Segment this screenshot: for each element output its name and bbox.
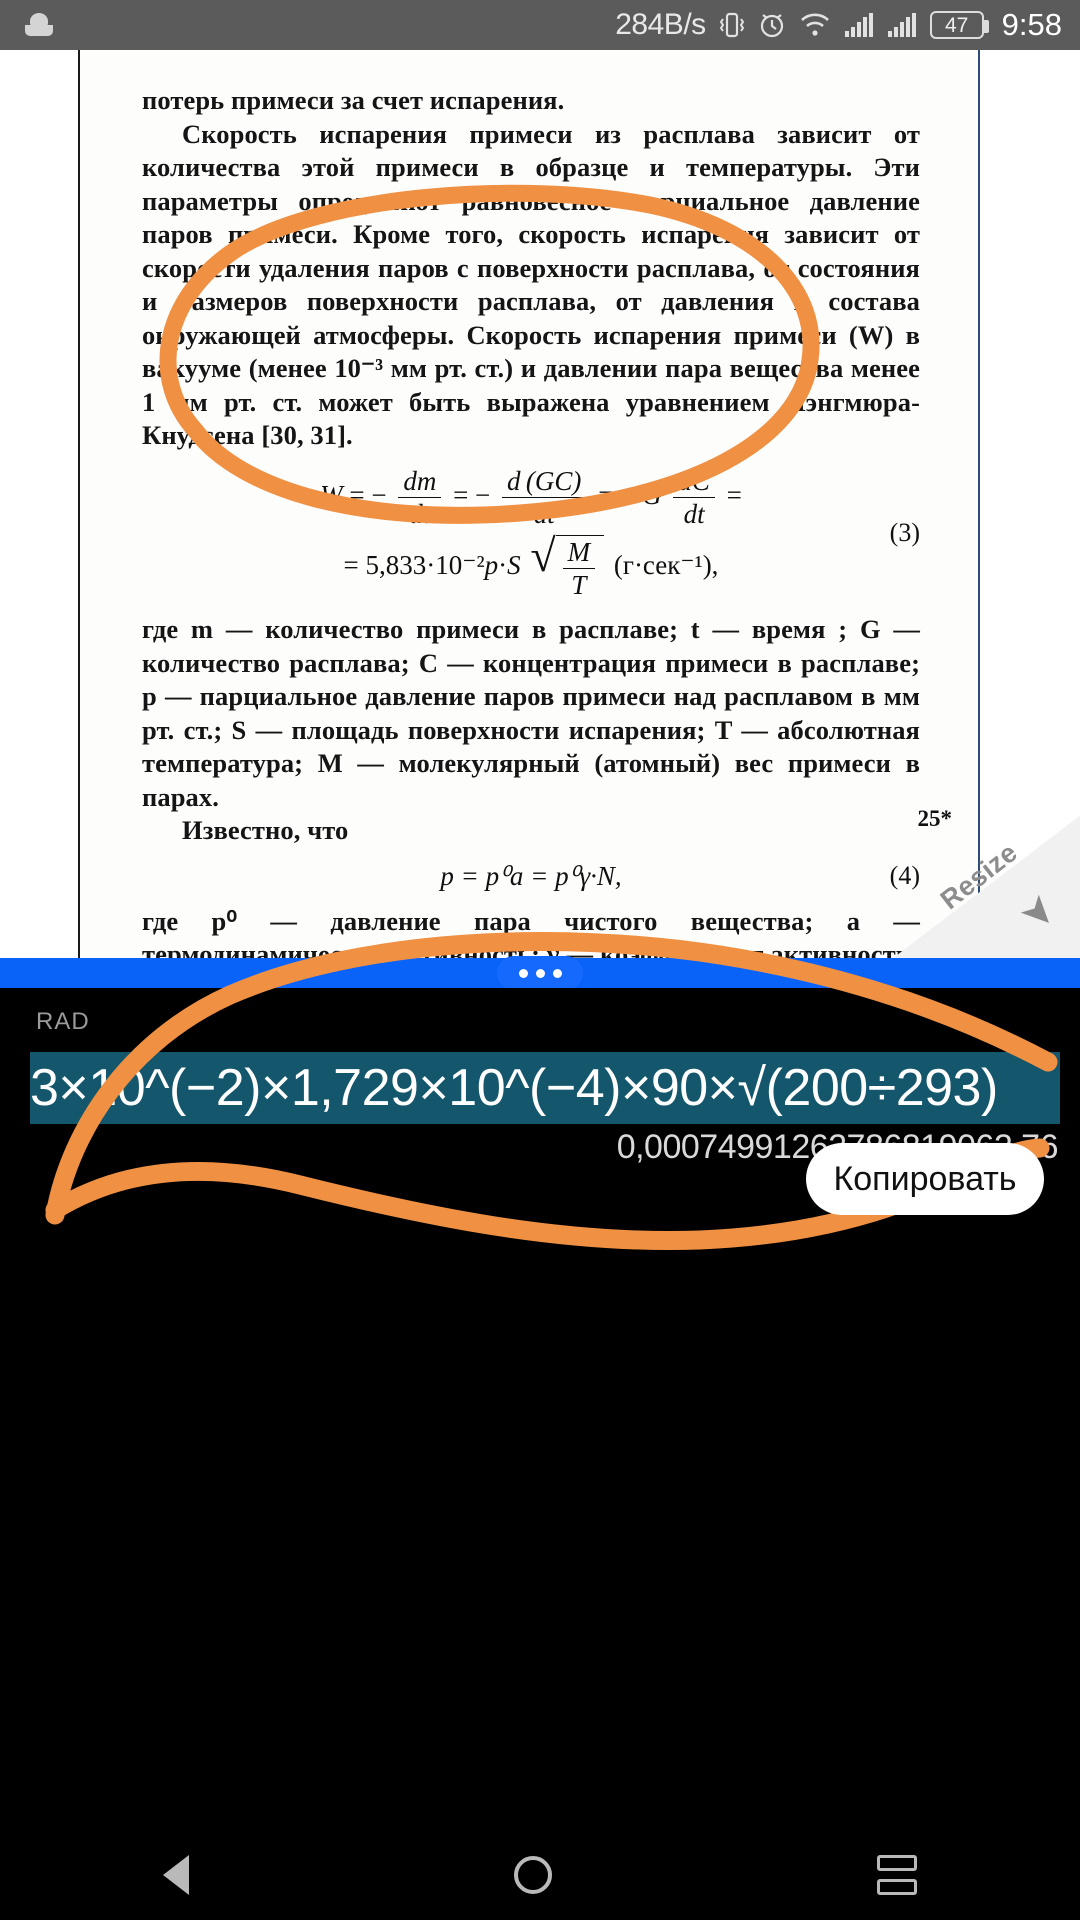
equation-3-line-1: W = − dm dt = − d (GC) dt = − G dC dt =: [320, 465, 742, 529]
copy-context-menu[interactable]: Копировать: [806, 1143, 1044, 1215]
document-viewer-pane[interactable]: потерь примеси за счет испарения. Скорос…: [0, 50, 1080, 958]
clipped-top-line: [142, 64, 920, 84]
handle-dot: [552, 968, 562, 978]
status-bar: 284B/s 47 9:58: [0, 0, 1080, 50]
network-speed-label: 284B/s: [615, 8, 706, 41]
doc-legend-2: где p⁰ — давление пара чистого вещества;…: [142, 905, 920, 958]
status-bar-left: [0, 13, 56, 36]
handle-dot: [518, 968, 528, 978]
recents-icon[interactable]: [877, 1855, 918, 1895]
expression-input[interactable]: 3×10^(−2)×1,729×10^(−4)×90×√(200÷293): [30, 1052, 1080, 1124]
angle-mode-label[interactable]: RAD: [36, 1008, 90, 1036]
cloud-icon: [22, 13, 56, 36]
battery-icon: 47: [929, 11, 989, 39]
battery-level-label: 47: [944, 13, 969, 37]
back-icon[interactable]: [162, 1855, 189, 1895]
signal-icon-2: [887, 11, 917, 39]
equation-3-units: (г·сек⁻¹),: [613, 549, 719, 580]
split-drag-handle[interactable]: [497, 956, 583, 990]
doc-known-line: Известно, что: [182, 815, 349, 846]
equation-4: p = p⁰a = p⁰γ·N, (4): [142, 861, 920, 892]
calculator-app: RAD 3×10^(−2)×1,729×10^(−4)×90×√(200÷293…: [0, 988, 1080, 1920]
equation-3-coefficient: 5,833·10⁻²: [365, 549, 485, 580]
doc-legend-1: где m — количество примеси в расплаве; t…: [142, 614, 920, 812]
equation-3: W = − dm dt = − d (GC) dt = − G dC dt = = 5…: [142, 466, 920, 601]
equation-3-line-2: = 5,833·10⁻²p·S √ M T (г·сек⁻¹), (3): [343, 517, 920, 601]
document-text-body: потерь примеси за счет испарения. Скорос…: [142, 64, 920, 958]
home-icon[interactable]: [513, 1856, 552, 1894]
copy-button-label: Копировать: [833, 1159, 1017, 1198]
document-page[interactable]: потерь примеси за счет испарения. Скорос…: [78, 50, 980, 958]
doc-paragraph-1: Скорость испарения примеси из расплава з…: [142, 118, 920, 451]
alarm-icon: [758, 10, 786, 40]
doc-line-first: потерь примеси за счет испарения.: [142, 85, 565, 115]
resize-label: Resize: [935, 837, 1024, 916]
vibrate-icon: [719, 10, 745, 40]
handle-dot: [535, 968, 545, 978]
resize-handle[interactable]: Resize ➤: [880, 810, 1080, 958]
signal-icon-1: [844, 11, 874, 39]
expression-row[interactable]: 3×10^(−2)×1,729×10^(−4)×90×√(200÷293): [0, 1052, 1080, 1124]
status-bar-right: 284B/s 47 9:58: [615, 7, 1080, 43]
equation-3-number: (3): [889, 517, 920, 547]
clock-label: 9:58: [1001, 7, 1062, 42]
equation-4-body: p = p⁰a = p⁰γ·N,: [440, 860, 622, 891]
android-navigation-bar: [0, 1830, 1080, 1920]
resize-arrow-icon: ➤: [1011, 884, 1067, 940]
wifi-icon: [799, 11, 831, 39]
screen-root: 284B/s 47 9:58 потерь примеси за счет ис…: [0, 0, 1080, 1920]
